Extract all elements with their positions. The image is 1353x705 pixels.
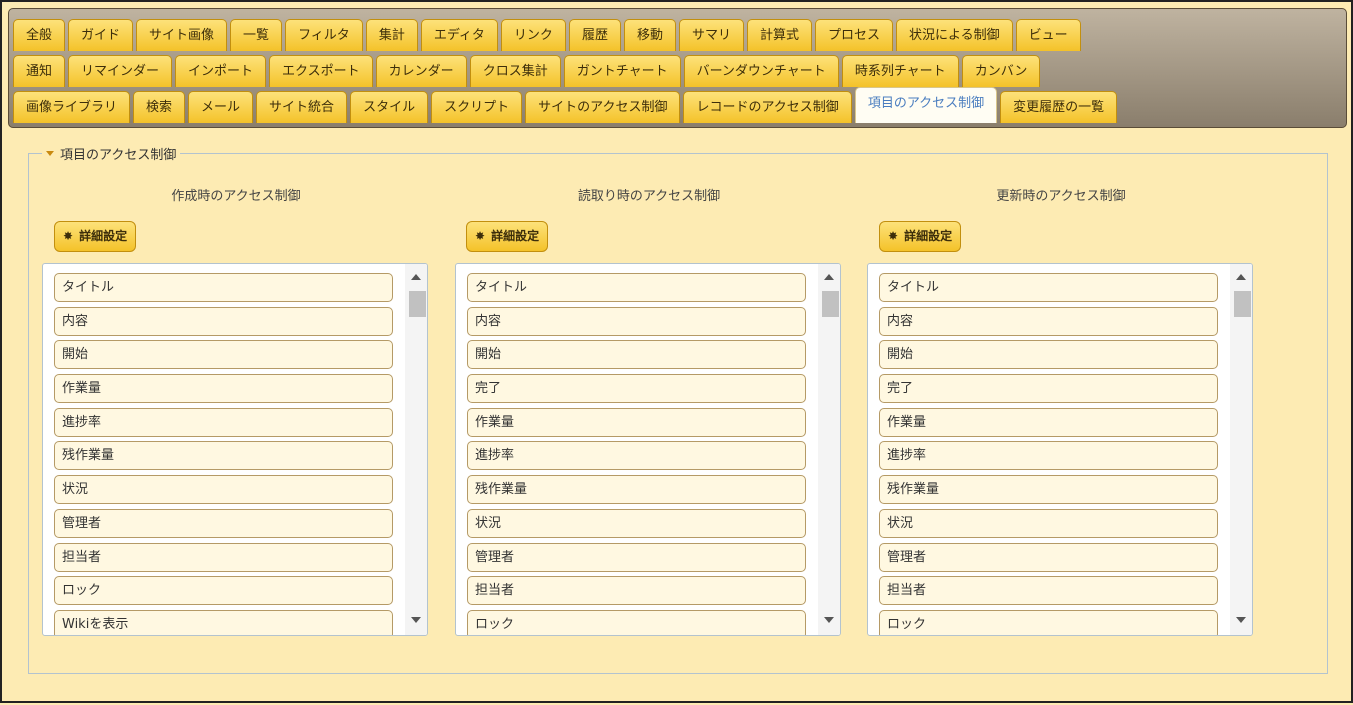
detail-settings-label: 詳細設定 <box>904 229 953 243</box>
list-item[interactable]: 管理者 <box>467 542 806 572</box>
list-item[interactable]: 完了 <box>879 374 1218 404</box>
list-item[interactable]: 担当者 <box>879 576 1218 606</box>
field-listbox[interactable]: タイトル内容開始作業量 進捗率残作業量状況 管理者担当者ロック Wikiを表示 <box>42 263 428 636</box>
column-title: 読取り時のアクセス制御 <box>577 189 721 204</box>
list-item[interactable]: 残作業量 <box>54 441 393 471</box>
gear-icon: ✸ <box>475 229 486 243</box>
list-item[interactable]: ロック <box>467 609 806 635</box>
list-item[interactable]: 進捗率 <box>879 441 1218 471</box>
scroll-up-arrow-icon[interactable] <box>824 274 834 280</box>
list-item[interactable]: 状況 <box>467 508 806 538</box>
app-frame: 全般 ガイド サイト画像 一覧 フィルタ 集計 エディタ リンク 履歴 移動 サマリ 計算式 プロセス状… <box>0 0 1353 703</box>
list-item[interactable]: 開始 <box>879 340 1218 370</box>
gear-icon: ✸ <box>63 229 74 243</box>
list-item[interactable]: 完了 <box>467 374 806 404</box>
list-item[interactable]: 管理者 <box>54 508 393 538</box>
detail-settings-button[interactable]: ✸ 詳細設定 <box>54 221 137 252</box>
gear-icon: ✸ <box>888 229 899 243</box>
listbox-items: タイトル内容開始完了 作業量進捗率残作業量 状況管理者担当者ロック <box>879 273 1218 635</box>
scroll-down-arrow-icon[interactable] <box>824 617 834 623</box>
field-listbox[interactable]: タイトル内容開始完了 作業量進捗率残作業量 状況管理者担当者ロック <box>867 263 1253 636</box>
list-item[interactable]: 残作業量 <box>879 475 1218 505</box>
list-item[interactable]: 状況 <box>54 475 393 505</box>
listbox-items: タイトル内容開始完了 作業量進捗率残作業量 状況管理者担当者ロック <box>467 273 806 635</box>
create-access-column: 作成時のアクセス制御 ✸ 詳細設定 タイトル内容開始作業量 進捗率残作業量状況 管理… <box>42 2 430 705</box>
list-item[interactable]: 残作業量 <box>467 475 806 505</box>
list-item[interactable]: 内容 <box>467 306 806 336</box>
list-item[interactable]: 作業量 <box>879 407 1218 437</box>
scroll-thumb[interactable] <box>1234 291 1251 317</box>
detail-settings-label: 詳細設定 <box>491 229 540 243</box>
scroll-up-arrow-icon[interactable] <box>1236 274 1246 280</box>
list-item[interactable]: 進捗率 <box>54 407 393 437</box>
list-item[interactable]: 担当者 <box>54 542 393 572</box>
list-item[interactable]: 状況 <box>879 508 1218 538</box>
field-listbox[interactable]: タイトル内容開始完了 作業量進捗率残作業量 状況管理者担当者ロック <box>455 263 841 636</box>
list-item[interactable]: タイトル <box>54 273 393 302</box>
scrollbar[interactable] <box>405 264 427 635</box>
list-item[interactable]: 内容 <box>54 306 393 336</box>
list-item[interactable]: 開始 <box>54 340 393 370</box>
scroll-thumb[interactable] <box>409 291 426 317</box>
listbox-items: タイトル内容開始作業量 進捗率残作業量状況 管理者担当者ロック Wikiを表示 <box>54 273 393 635</box>
scroll-down-arrow-icon[interactable] <box>411 617 421 623</box>
list-item[interactable]: 担当者 <box>467 576 806 606</box>
column-title: 作成時のアクセス制御 <box>171 189 301 204</box>
detail-settings-button[interactable]: ✸ 詳細設定 <box>466 221 549 252</box>
scroll-up-arrow-icon[interactable] <box>411 274 421 280</box>
list-item[interactable]: タイトル <box>467 273 806 302</box>
list-item[interactable]: ロック <box>879 609 1218 635</box>
list-item[interactable]: Wikiを表示 <box>54 609 393 635</box>
scrollbar[interactable] <box>818 264 840 635</box>
column-title: 更新時のアクセス制御 <box>996 189 1126 204</box>
list-item[interactable]: 管理者 <box>879 542 1218 572</box>
list-item[interactable]: 内容 <box>879 306 1218 336</box>
read-access-column: 読取り時のアクセス制御 ✸ 詳細設定 タイトル内容開始完了 作業量進捗率残作業量状… <box>455 2 843 705</box>
list-item[interactable]: タイトル <box>879 273 1218 302</box>
list-item[interactable]: 進捗率 <box>467 441 806 471</box>
detail-settings-label: 詳細設定 <box>79 229 128 243</box>
list-item[interactable]: 作業量 <box>54 374 393 404</box>
list-item[interactable]: ロック <box>54 576 393 606</box>
scroll-thumb[interactable] <box>822 291 839 317</box>
list-item[interactable]: 開始 <box>467 340 806 370</box>
list-item[interactable]: 作業量 <box>467 407 806 437</box>
update-access-column: 更新時のアクセス制御 ✸ 詳細設定 タイトル内容開始完了 作業量進捗率残作業量 状況… <box>867 2 1255 705</box>
scrollbar[interactable] <box>1230 264 1252 635</box>
detail-settings-button[interactable]: ✸ 詳細設定 <box>879 221 962 252</box>
scroll-down-arrow-icon[interactable] <box>1236 617 1246 623</box>
